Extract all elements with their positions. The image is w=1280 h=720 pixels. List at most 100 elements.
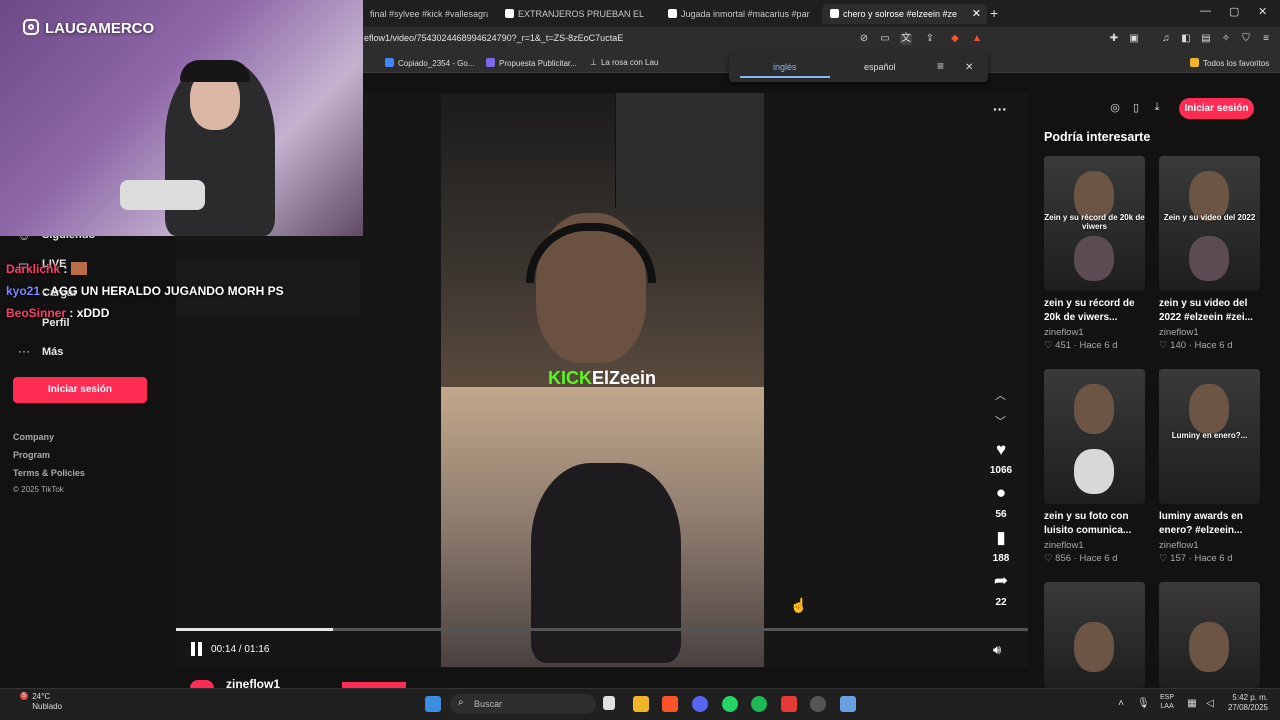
discord-icon[interactable] bbox=[692, 696, 708, 712]
translate-menu-icon[interactable]: ≡ bbox=[937, 59, 944, 73]
bookmark-icon[interactable]: ▮ bbox=[990, 528, 1012, 548]
tab-1[interactable]: final #sylvee #kick #vallesagradorp bbox=[362, 4, 488, 24]
mute-tab-icon[interactable]: ⊘ bbox=[858, 33, 870, 45]
compass-icon[interactable]: ◎ bbox=[1107, 101, 1123, 117]
card-thumbnail bbox=[1159, 582, 1260, 688]
header-login-button[interactable]: Iniciar sesión bbox=[1179, 98, 1254, 119]
new-tab-button[interactable]: + bbox=[990, 5, 998, 21]
comment-icon[interactable]: ● bbox=[990, 483, 1012, 503]
network-icon[interactable]: ▦ bbox=[1186, 698, 1198, 710]
prev-video-arrow-icon[interactable]: ︿ bbox=[995, 387, 1006, 403]
bookmark-3[interactable]: ⊥ La rosa con Lau bbox=[590, 58, 658, 67]
brave-shield-icon[interactable]: ◆ bbox=[949, 33, 961, 45]
card-stats: ♡ 856 · Hace 6 d bbox=[1044, 553, 1118, 564]
share-page-icon[interactable]: ⇪ bbox=[924, 33, 936, 45]
vpn-icon[interactable]: ⛉ bbox=[1240, 33, 1252, 45]
bookmark-2[interactable]: Propuesta Publicitar... bbox=[486, 58, 577, 68]
wallet-icon[interactable]: ▣ bbox=[1128, 33, 1140, 45]
extensions-icon[interactable]: ✚ bbox=[1108, 33, 1120, 45]
snipping-tool-icon[interactable] bbox=[840, 696, 856, 712]
tiktok-icon bbox=[668, 9, 677, 18]
recommendation-card[interactable]: Zein y su récord de 20k de viwers zein y… bbox=[1044, 156, 1145, 351]
task-view-icon[interactable] bbox=[603, 696, 615, 710]
weather-widget[interactable]: 5 24°C Nublado bbox=[20, 692, 62, 712]
clock-time: 5:42 p. m. bbox=[1232, 693, 1268, 702]
cast-icon[interactable]: ▭ bbox=[879, 33, 891, 45]
leo-ai-icon[interactable]: ✧ bbox=[1220, 33, 1232, 45]
taskbar-search[interactable] bbox=[450, 694, 596, 714]
share-icon[interactable]: ➦ bbox=[990, 571, 1012, 591]
windows-start-icon[interactable] bbox=[425, 696, 441, 712]
close-window-button[interactable]: ✕ bbox=[1258, 5, 1267, 18]
menu-icon[interactable]: ≡ bbox=[1260, 33, 1272, 45]
card-author: zineflow1 bbox=[1044, 540, 1084, 551]
card-age: Hace 6 d bbox=[1194, 340, 1233, 351]
webcam-cap bbox=[180, 60, 250, 82]
download-icon[interactable]: ⤓ bbox=[1149, 101, 1165, 117]
translate-tab-indicator bbox=[740, 76, 830, 78]
footer-copyright: © 2025 TikTok bbox=[13, 485, 64, 494]
thumb-figure bbox=[1074, 449, 1114, 494]
recommendation-card[interactable] bbox=[1044, 582, 1145, 688]
all-bookmarks-label: Todos los favoritos bbox=[1203, 59, 1270, 68]
sidebar-item-more[interactable]: Más bbox=[42, 346, 63, 358]
whatsapp-icon[interactable] bbox=[722, 696, 738, 712]
footer-program[interactable]: Program bbox=[13, 450, 50, 460]
tab-2-label: EXTRANJEROS PRUEBAN EL PAN CON bbox=[518, 9, 647, 19]
language-indicator[interactable]: ESP LAA bbox=[1160, 693, 1174, 711]
tab-3[interactable]: Jugada inmortal #macarius #paratil bbox=[660, 4, 810, 24]
translate-icon[interactable]: 文 bbox=[900, 33, 912, 45]
translate-close-icon[interactable]: ✕ bbox=[965, 62, 973, 73]
next-video-arrow-icon[interactable]: ﹀ bbox=[995, 413, 1006, 429]
microphone-tray-icon[interactable]: 🎙︎ bbox=[1137, 698, 1150, 710]
more-dots-icon: ··· bbox=[18, 344, 30, 358]
tray-chevron-icon[interactable]: ˄ bbox=[1115, 698, 1127, 710]
tab-2[interactable]: EXTRANJEROS PRUEBAN EL PAN CON bbox=[497, 4, 647, 24]
media-icon[interactable]: ♫ bbox=[1160, 33, 1172, 45]
chat-message: BeoSinner : xDDD bbox=[6, 306, 110, 320]
recommendation-card[interactable]: Luminy en enero?... luminy awards en ene… bbox=[1159, 369, 1260, 564]
sidebar-toggle-icon[interactable]: ◧ bbox=[1180, 33, 1192, 45]
translate-source-tab[interactable]: inglés bbox=[773, 62, 797, 72]
search-icon: ⌕ bbox=[458, 697, 464, 708]
card-thumbnail: Zein y su video del 2022 bbox=[1159, 156, 1260, 291]
url-field[interactable]: eflow1/video/7543024468994624790?_r=1&_t… bbox=[364, 33, 623, 43]
translate-target-tab[interactable]: español bbox=[864, 62, 896, 72]
recommendation-card[interactable]: zein y su foto con luisito comunica... z… bbox=[1044, 369, 1145, 564]
volume-icon[interactable]: 🔊︎ bbox=[993, 642, 1001, 658]
taskbar-search-placeholder: Buscar bbox=[474, 699, 503, 709]
close-icon[interactable]: ✕ bbox=[972, 4, 981, 24]
system-clock[interactable]: 5:42 p. m. 27/08/2025 bbox=[1226, 693, 1268, 713]
spotify-icon[interactable] bbox=[751, 696, 767, 712]
brave-browser-icon[interactable] bbox=[662, 696, 678, 712]
recommendation-card[interactable] bbox=[1159, 582, 1260, 688]
minimize-button[interactable]: — bbox=[1200, 5, 1211, 17]
brave-rewards-icon[interactable]: ▲ bbox=[971, 33, 983, 45]
recommendation-card[interactable]: Zein y su video del 2022 zein y su video… bbox=[1159, 156, 1260, 351]
file-explorer-icon[interactable] bbox=[633, 696, 649, 712]
volume-tray-icon[interactable]: ◁ bbox=[1204, 698, 1216, 710]
pause-button[interactable] bbox=[190, 642, 204, 656]
obs-icon[interactable] bbox=[810, 696, 826, 712]
footer-company[interactable]: Company bbox=[13, 432, 54, 442]
footer-terms[interactable]: Terms & Policies bbox=[13, 468, 85, 478]
all-bookmarks[interactable]: Todos los favoritos bbox=[1190, 58, 1269, 68]
tab-active[interactable]: chero y solrose #elzeein #ze ✕ bbox=[822, 4, 987, 24]
bookmark-1[interactable]: Copiado_2354 - Go... bbox=[385, 58, 475, 68]
heart-icon[interactable]: ♥ bbox=[990, 440, 1012, 460]
more-options-button[interactable]: ··· bbox=[993, 101, 1007, 117]
maximize-button[interactable]: ▢ bbox=[1229, 5, 1239, 18]
phone-icon[interactable]: ▯ bbox=[1128, 101, 1144, 117]
video-frame[interactable]: KICKElZeein bbox=[441, 93, 764, 667]
video-top-half: KICKElZeein bbox=[441, 93, 764, 389]
kick-overlay-label: KICKElZeein bbox=[548, 368, 656, 389]
app-icon[interactable] bbox=[781, 696, 797, 712]
headphones-figure bbox=[526, 223, 656, 283]
author-avatar[interactable] bbox=[190, 680, 214, 688]
wallet2-icon[interactable]: ▤ bbox=[1200, 33, 1212, 45]
instagram-icon bbox=[23, 19, 39, 35]
sidebar-login-button[interactable]: Iniciar sesión bbox=[13, 377, 147, 403]
card-title: zein y su récord de 20k de viwers... bbox=[1044, 298, 1135, 323]
card-likes: 140 bbox=[1170, 340, 1187, 351]
kick-brand: KICK bbox=[548, 368, 592, 388]
